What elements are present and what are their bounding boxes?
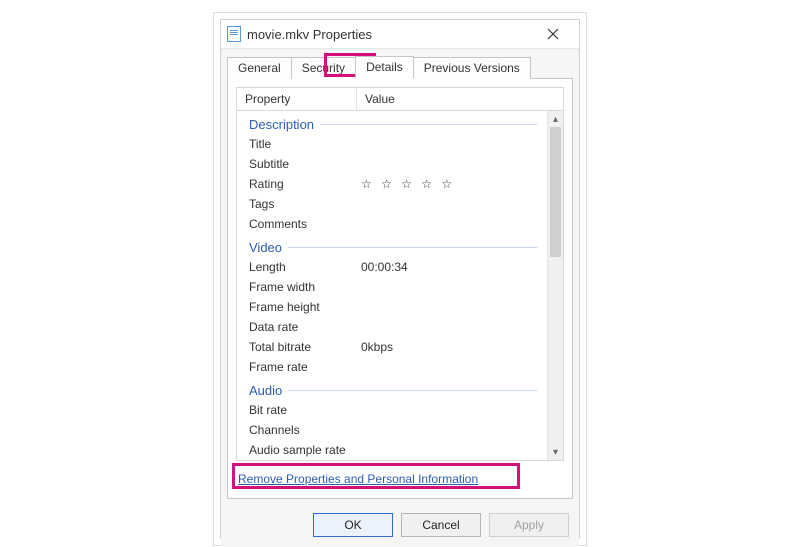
tab-security[interactable]: Security (291, 57, 356, 79)
cancel-button[interactable]: Cancel (401, 513, 481, 537)
ok-button[interactable]: OK (313, 513, 393, 537)
row-tags[interactable]: Tags (237, 194, 545, 214)
titlebar: movie.mkv Properties (221, 20, 579, 49)
scroll-thumb[interactable] (550, 127, 561, 257)
file-icon (227, 26, 241, 42)
tab-strip: General Security Details Previous Versio… (221, 49, 579, 78)
section-video: Video (237, 234, 545, 257)
row-frame-width[interactable]: Frame width (237, 277, 545, 297)
tab-general[interactable]: General (227, 57, 292, 79)
apply-button: Apply (489, 513, 569, 537)
properties-dialog: movie.mkv Properties General Security De… (220, 19, 580, 539)
column-property: Property (237, 88, 357, 110)
scroll-up-icon[interactable]: ▴ (548, 111, 563, 127)
remove-properties-link[interactable]: Remove Properties and Personal Informati… (238, 472, 478, 486)
row-subtitle[interactable]: Subtitle (237, 154, 545, 174)
section-label: Audio (249, 383, 282, 398)
section-label: Video (249, 240, 282, 255)
tab-details[interactable]: Details (355, 56, 414, 79)
row-audio-sample-rate[interactable]: Audio sample rate (237, 440, 545, 460)
row-length[interactable]: Length00:00:34 (237, 257, 545, 277)
section-audio: Audio (237, 377, 545, 400)
row-frame-rate[interactable]: Frame rate (237, 357, 545, 377)
window-title: movie.mkv Properties (247, 27, 372, 42)
row-total-bitrate[interactable]: Total bitrate0kbps (237, 337, 545, 357)
screenshot-frame: movie.mkv Properties General Security De… (213, 12, 587, 546)
close-button[interactable] (533, 20, 573, 48)
close-icon (547, 28, 559, 40)
row-comments[interactable]: Comments (237, 214, 545, 234)
row-title[interactable]: Title (237, 134, 545, 154)
row-bit-rate[interactable]: Bit rate (237, 400, 545, 420)
row-channels[interactable]: Channels (237, 420, 545, 440)
property-grid: Property Value Description Title Subtitl… (236, 87, 564, 461)
details-pane: Property Value Description Title Subtitl… (227, 78, 573, 499)
scroll-down-icon[interactable]: ▾ (548, 444, 563, 460)
row-data-rate[interactable]: Data rate (237, 317, 545, 337)
grid-header: Property Value (237, 88, 563, 111)
row-frame-height[interactable]: Frame height (237, 297, 545, 317)
tab-previous-versions[interactable]: Previous Versions (413, 57, 531, 79)
section-description: Description (237, 111, 545, 134)
grid-body: Description Title Subtitle Rating☆ ☆ ☆ ☆… (237, 111, 563, 460)
section-label: Description (249, 117, 314, 132)
dialog-buttons: OK Cancel Apply (221, 505, 579, 547)
row-rating[interactable]: Rating☆ ☆ ☆ ☆ ☆ (237, 174, 545, 194)
column-value: Value (357, 88, 563, 110)
scrollbar[interactable]: ▴ ▾ (547, 111, 563, 460)
